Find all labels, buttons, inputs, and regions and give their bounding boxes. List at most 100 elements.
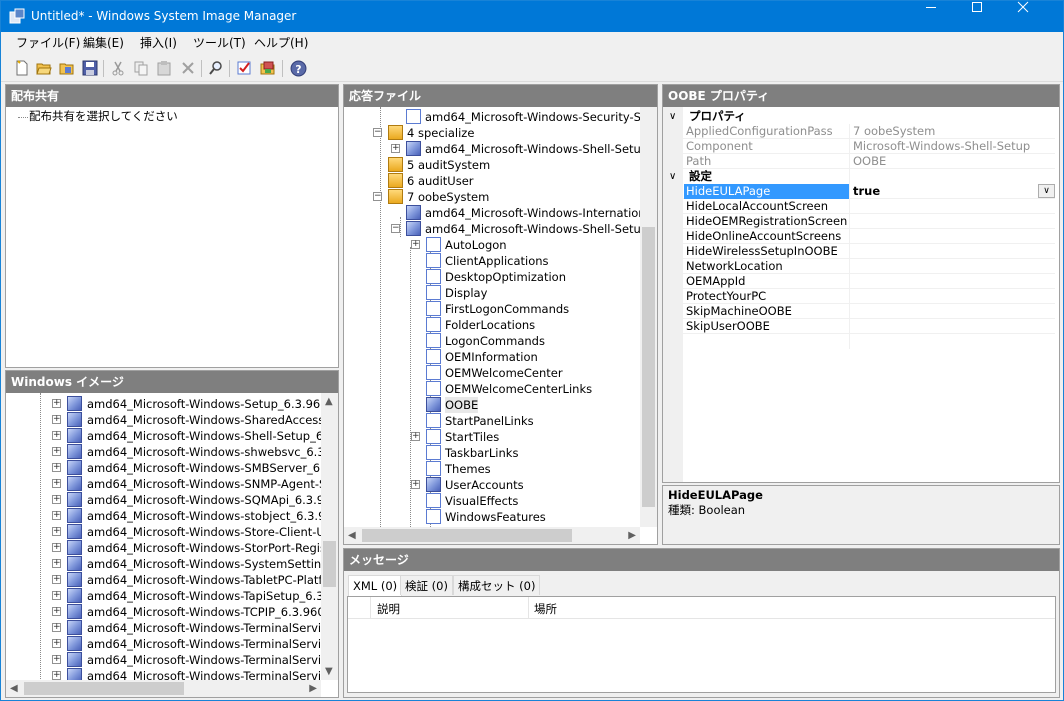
column-location[interactable]: 場所 <box>534 601 557 617</box>
settings-section-header[interactable]: ∨ 設定 <box>663 169 1055 184</box>
expand-icon[interactable]: + <box>52 639 61 648</box>
setting-row[interactable]: HideLocalAccountScreen <box>663 199 1055 214</box>
expand-icon[interactable]: + <box>411 240 420 249</box>
validate-icon[interactable] <box>235 59 253 77</box>
expand-icon[interactable]: + <box>411 432 420 441</box>
vertical-scrollbar[interactable] <box>640 107 657 527</box>
answer-file-item[interactable]: WindowsFeatures <box>344 509 640 525</box>
answer-file-item[interactable]: OEMWelcomeCenter <box>344 365 640 381</box>
setting-row[interactable]: SkipMachineOOBE <box>663 304 1055 319</box>
menu-file[interactable]: ファイル(F) <box>16 36 80 50</box>
scroll-thumb[interactable] <box>323 541 336 587</box>
dropdown-chevron-icon[interactable]: ∨ <box>1038 184 1055 198</box>
answer-file-item[interactable]: ClientApplications <box>344 253 640 269</box>
find-icon[interactable] <box>207 59 225 77</box>
expand-icon[interactable]: + <box>52 447 61 456</box>
answer-file-item[interactable]: 5 auditSystem <box>344 157 640 173</box>
collapse-icon[interactable]: − <box>391 224 400 233</box>
expand-icon[interactable]: + <box>411 480 420 489</box>
menu-tools[interactable]: ツール(T) <box>193 36 246 50</box>
scroll-thumb[interactable] <box>362 529 572 542</box>
answer-file-item[interactable]: − 4 specialize <box>344 125 640 141</box>
answer-file-item[interactable]: FolderLocations <box>344 317 640 333</box>
windows-image-item[interactable]: + amd64_Microsoft-Windows-TerminalService… <box>6 652 338 668</box>
answer-file-item[interactable]: + amd64_Microsoft-Windows-Shell-Setup <box>344 141 640 157</box>
expand-icon[interactable]: + <box>52 415 61 424</box>
windows-image-item[interactable]: + amd64_Microsoft-Windows-TapiSetup_6.3.9… <box>6 588 338 604</box>
scroll-thumb[interactable] <box>24 682 184 695</box>
setting-row[interactable]: HideEULAPage true ∨ <box>663 184 1055 199</box>
menu-insert[interactable]: 挿入(I) <box>140 36 177 50</box>
answer-file-item[interactable]: Display <box>344 285 640 301</box>
windows-image-item[interactable]: + amd64_Microsoft-Windows-Shell-Setup_6.3… <box>6 428 338 444</box>
windows-image-item[interactable]: + amd64_Microsoft-Windows-SNMP-Agent-Serv <box>6 476 338 492</box>
answer-file-item[interactable]: DesktopOptimization <box>344 269 640 285</box>
answer-file-item[interactable]: + UserAccounts <box>344 477 640 493</box>
horizontal-scrollbar[interactable]: ◀ ▶ <box>344 527 640 544</box>
scroll-right-icon[interactable]: ▶ <box>628 530 636 541</box>
windows-image-item[interactable]: + amd64_Microsoft-Windows-SystemSettings_… <box>6 556 338 572</box>
scroll-down-icon[interactable]: ▼ <box>325 666 333 677</box>
answer-file-item[interactable]: + StartTiles <box>344 429 640 445</box>
answer-file-item[interactable]: FirstLogonCommands <box>344 301 640 317</box>
vertical-scrollbar[interactable]: ▲ ▼ <box>321 393 338 680</box>
close-control[interactable] <box>1017 1 1063 32</box>
answer-file-item[interactable]: LogonCommands <box>344 333 640 349</box>
scroll-left-icon[interactable]: ◀ <box>10 683 18 694</box>
setting-row[interactable]: HideOEMRegistrationScreen <box>663 214 1055 229</box>
answer-file-item[interactable]: VisualEffects <box>344 493 640 509</box>
expand-icon[interactable]: + <box>52 463 61 472</box>
windows-image-item[interactable]: + amd64_Microsoft-Windows-Store-Client-UI… <box>6 524 338 540</box>
windows-image-item[interactable]: + amd64_Microsoft-Windows-TabletPC-Platfo… <box>6 572 338 588</box>
column-description[interactable]: 説明 <box>377 601 400 617</box>
windows-image-item[interactable]: + amd64_Microsoft-Windows-SQMApi_6.3.9600… <box>6 492 338 508</box>
expand-icon[interactable]: + <box>391 144 400 153</box>
open-icon[interactable] <box>35 59 53 77</box>
tab-validation[interactable]: 検証 (0) <box>400 575 453 595</box>
answer-file-item[interactable]: 6 auditUser <box>344 173 640 189</box>
tab-configuration-set[interactable]: 構成セット (0) <box>453 575 541 595</box>
tab-xml[interactable]: XML (0) <box>348 575 403 597</box>
setting-row[interactable]: SkipUserOOBE <box>663 319 1055 334</box>
setting-row[interactable]: HideOnlineAccountScreens <box>663 229 1055 244</box>
expand-icon[interactable]: + <box>52 511 61 520</box>
setting-row[interactable]: ProtectYourPC <box>663 289 1055 304</box>
windows-image-item[interactable]: + amd64_Microsoft-Windows-SharedAccess_6.… <box>6 412 338 428</box>
expand-icon[interactable]: + <box>52 591 61 600</box>
answer-file-item[interactable]: TaskbarLinks <box>344 445 640 461</box>
collapse-icon[interactable]: − <box>373 128 382 137</box>
answer-file-item[interactable]: OOBE <box>344 397 640 413</box>
expand-icon[interactable]: + <box>52 607 61 616</box>
properties-section-header[interactable]: ∨ プロパティ <box>663 109 1055 124</box>
expand-icon[interactable]: + <box>52 543 61 552</box>
scroll-up-icon[interactable]: ▲ <box>325 396 333 407</box>
horizontal-scrollbar[interactable]: ◀ ▶ <box>6 680 321 697</box>
create-config-icon[interactable] <box>259 59 277 77</box>
scroll-left-icon[interactable]: ◀ <box>348 530 356 541</box>
windows-image-item[interactable]: + amd64_Microsoft-Windows-SMBServer_6.3.9… <box>6 460 338 476</box>
select-distribution-share-item[interactable]: 配布共有を選択してください <box>29 108 178 124</box>
expand-icon[interactable]: + <box>52 655 61 664</box>
scroll-thumb[interactable] <box>642 227 655 507</box>
expand-icon[interactable]: + <box>52 575 61 584</box>
answer-file-item[interactable]: OEMWelcomeCenterLinks <box>344 381 640 397</box>
windows-image-item[interactable]: + amd64_Microsoft-Windows-TCPIP_6.3.9600.… <box>6 604 338 620</box>
expand-icon[interactable]: + <box>52 495 61 504</box>
answer-file-item[interactable]: StartPanelLinks <box>344 413 640 429</box>
answer-file-item[interactable]: + AutoLogon <box>344 237 640 253</box>
expand-icon[interactable]: + <box>52 431 61 440</box>
property-row[interactable]: Component Microsoft-Windows-Shell-Setup <box>663 139 1055 154</box>
setting-row[interactable]: NetworkLocation <box>663 259 1055 274</box>
setting-row[interactable]: OEMAppId <box>663 274 1055 289</box>
windows-image-item[interactable]: + amd64_Microsoft-Windows-TerminalService… <box>6 620 338 636</box>
expand-icon[interactable]: + <box>52 671 61 680</box>
property-row[interactable]: Path OOBE <box>663 154 1055 169</box>
windows-image-item[interactable]: + amd64_Microsoft-Windows-stobject_6.3.96… <box>6 508 338 524</box>
answer-file-item[interactable]: OEMInformation <box>344 349 640 365</box>
windows-image-item[interactable]: + amd64_Microsoft-Windows-TerminalService… <box>6 636 338 652</box>
cut-icon[interactable] <box>109 59 127 77</box>
minimize-control[interactable] <box>925 1 971 32</box>
expand-icon[interactable]: + <box>52 559 61 568</box>
menu-help[interactable]: ヘルプ(H) <box>254 36 308 50</box>
copy-icon[interactable] <box>132 59 150 77</box>
